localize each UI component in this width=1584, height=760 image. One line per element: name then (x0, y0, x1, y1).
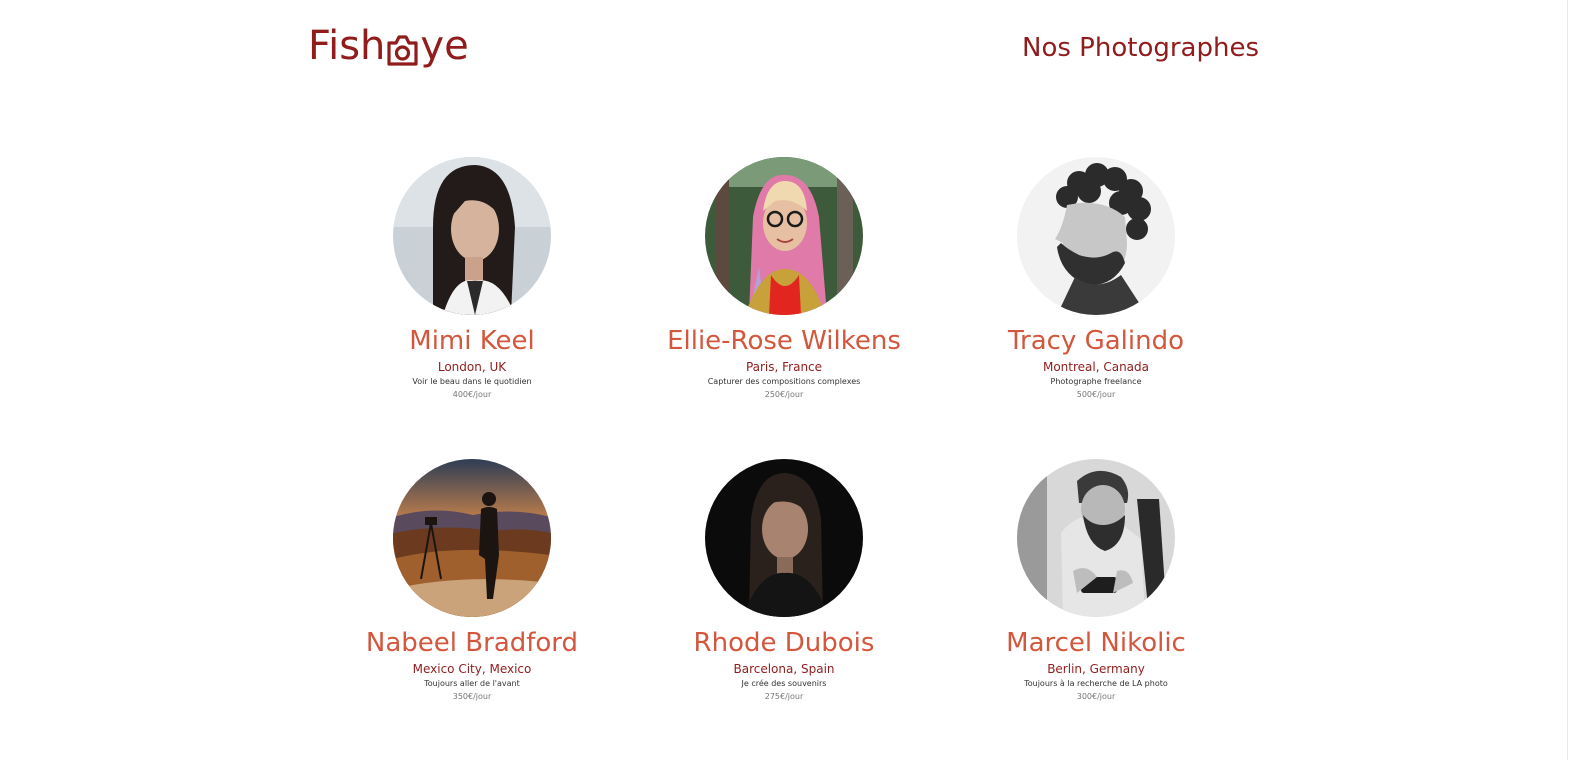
page-scrollbar[interactable] (1567, 0, 1584, 760)
photographer-location: Barcelona, Spain (733, 662, 835, 676)
photographer-link[interactable]: Marcel Nikolic (940, 459, 1252, 659)
photographer-info: Barcelona, Spain Je crée des souvenirs 2… (628, 659, 940, 702)
photographer-portrait[interactable] (1017, 157, 1175, 315)
photographer-name: Marcel Nikolic (1006, 628, 1186, 658)
logo-text-end: ye (420, 23, 469, 69)
photographer-info: Paris, France Capturer des compositions … (628, 357, 940, 400)
photographer-name: Tracy Galindo (1007, 326, 1185, 356)
photographer-portrait[interactable] (393, 157, 551, 315)
photographer-tagline: Capturer des compositions complexes (707, 377, 861, 386)
photographer-name: Rhode Dubois (693, 628, 875, 658)
photographer-card: Tracy Galindo Montreal, Canada Photograp… (940, 157, 1252, 459)
photographer-portrait[interactable] (393, 459, 551, 617)
photographer-portrait[interactable] (1017, 459, 1175, 617)
photographer-price: 400€/jour (452, 390, 492, 399)
page-title: Nos Photographes (1022, 33, 1259, 63)
photographer-location: London, UK (437, 360, 507, 374)
photographer-card: Ellie-Rose Wilkens Paris, France Capture… (628, 157, 940, 459)
photographer-card: Nabeel Bradford Mexico City, Mexico Touj… (316, 459, 628, 760)
photographers-grid: Mimi Keel London, UK Voir le beau dans l… (316, 157, 1252, 760)
photographer-card: Mimi Keel London, UK Voir le beau dans l… (316, 157, 628, 459)
photographer-location: Mexico City, Mexico (412, 662, 532, 676)
photographer-name: Nabeel Bradford (365, 628, 579, 658)
photographer-tagline: Je crée des souvenirs (741, 679, 827, 688)
photographer-link[interactable]: Tracy Galindo (940, 157, 1252, 357)
photographer-price: 350€/jour (452, 692, 492, 701)
photographer-portrait[interactable] (705, 157, 863, 315)
photographer-info: Mexico City, Mexico Toujours aller de l'… (316, 659, 628, 702)
photographer-price: 275€/jour (764, 692, 804, 701)
photographer-link[interactable]: Nabeel Bradford (316, 459, 628, 659)
photographer-price: 300€/jour (1076, 692, 1116, 701)
photographer-price: 250€/jour (764, 390, 804, 399)
photographer-link[interactable]: Ellie-Rose Wilkens (628, 157, 940, 357)
camera-icon (386, 30, 419, 66)
photographer-location: Paris, France (745, 360, 823, 374)
photographer-info: Montreal, Canada Photographe freelance 5… (940, 357, 1252, 400)
logo-text-start: Fish (308, 23, 386, 69)
photographer-location: Montreal, Canada (1042, 360, 1150, 374)
photographer-location: Berlin, Germany (1047, 662, 1145, 676)
photographer-price: 500€/jour (1076, 390, 1116, 399)
photographer-portrait[interactable] (705, 459, 863, 617)
photographer-name: Mimi Keel (409, 326, 535, 356)
photographer-tagline: Photographe freelance (1050, 377, 1142, 386)
photographer-tagline: Toujours aller de l'avant (424, 679, 520, 688)
fisheye-logo[interactable]: Fish ye (308, 22, 469, 70)
photographer-info: Berlin, Germany Toujours à la recherche … (940, 659, 1252, 702)
photographer-name: Ellie-Rose Wilkens (667, 326, 901, 356)
photographer-link[interactable]: Mimi Keel (316, 157, 628, 357)
photographer-info: London, UK Voir le beau dans le quotidie… (316, 357, 628, 400)
photographer-card: Rhode Dubois Barcelona, Spain Je crée de… (628, 459, 940, 760)
photographer-card: Marcel Nikolic Berlin, Germany Toujours … (940, 459, 1252, 760)
photographer-tagline: Voir le beau dans le quotidien (412, 377, 532, 386)
photographer-tagline: Toujours à la recherche de LA photo (1024, 679, 1168, 688)
photographer-link[interactable]: Rhode Dubois (628, 459, 940, 659)
